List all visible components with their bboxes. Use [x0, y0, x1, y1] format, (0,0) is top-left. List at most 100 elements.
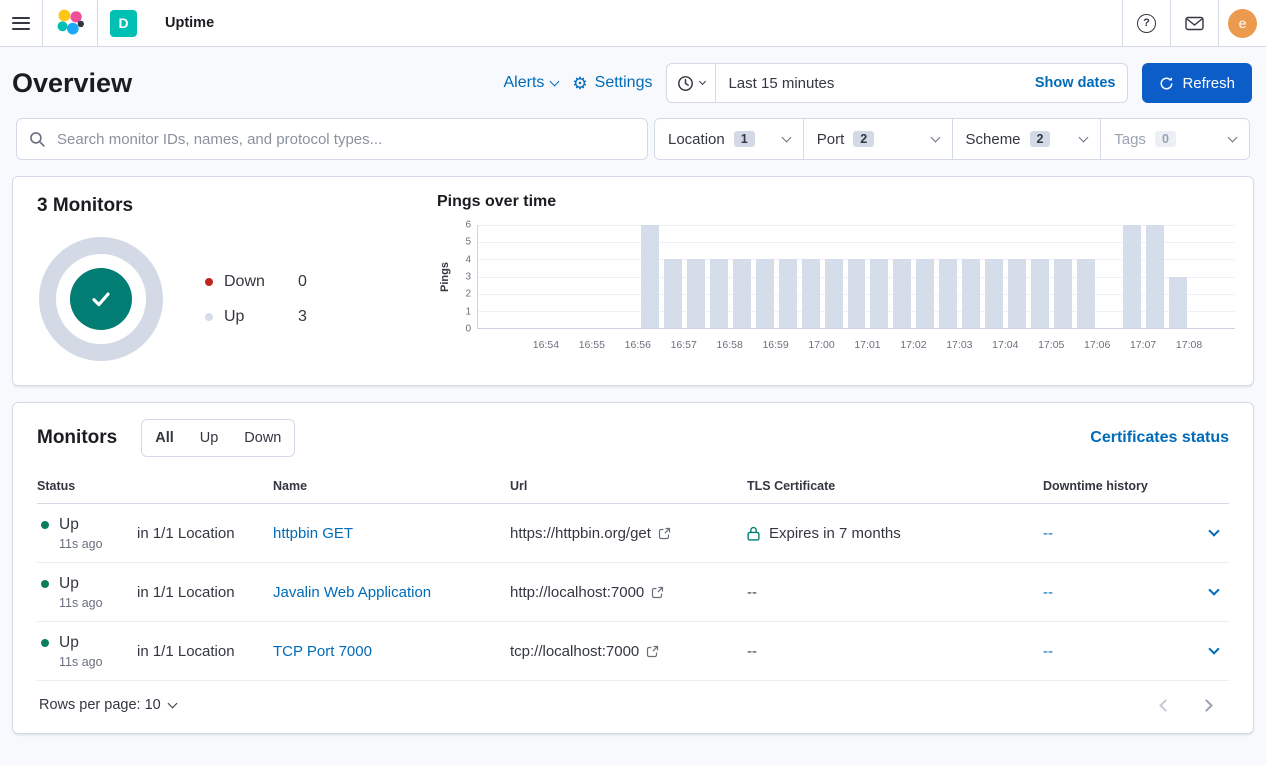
monitor-url-cell: https://httpbin.org/get	[510, 525, 747, 542]
filter-group: Location1Port2Scheme2Tags0	[654, 118, 1250, 160]
monitors-header: Monitors AllUpDown Certificates status	[37, 419, 1229, 457]
bar	[870, 259, 888, 328]
bar	[802, 259, 820, 328]
bar	[664, 259, 682, 328]
bar	[916, 259, 934, 328]
tls-text: Expires in 7 months	[769, 525, 901, 542]
page-title: Overview	[12, 68, 132, 99]
filter-label: Scheme	[966, 131, 1021, 148]
bar-slot	[891, 225, 914, 328]
top-navigation-bar: D Uptime ? e	[0, 0, 1266, 47]
settings-link[interactable]: ⚙ Settings	[572, 74, 652, 92]
y-tick-label: 2	[465, 289, 471, 300]
clock-icon	[677, 75, 694, 92]
table-row: Up11s agoin 1/1 Locationhttpbin GEThttps…	[37, 504, 1229, 563]
refresh-button[interactable]: Refresh	[1142, 63, 1252, 103]
newsfeed-button[interactable]	[1170, 0, 1218, 46]
certificates-status-link[interactable]: Certificates status	[1090, 429, 1229, 447]
bar	[939, 259, 957, 328]
monitor-name-link[interactable]: Javalin Web Application	[273, 584, 431, 601]
legend-value: 0	[298, 273, 307, 291]
gear-icon: ⚙	[572, 75, 587, 92]
bar	[1169, 277, 1187, 329]
y-tick-label: 4	[465, 254, 471, 265]
y-axis-title: Pings	[437, 225, 453, 329]
menu-button[interactable]	[0, 0, 43, 46]
bar-slot	[983, 225, 1006, 328]
quick-select-button[interactable]	[667, 64, 716, 102]
filter-dropdown-scheme[interactable]: Scheme 2	[953, 119, 1102, 159]
status-ago: 11s ago	[59, 537, 137, 551]
lock-icon	[747, 526, 760, 541]
expand-row-button[interactable]	[1199, 590, 1229, 594]
alerts-dropdown[interactable]: Alerts	[504, 74, 559, 92]
x-tick-label: 17:03	[946, 339, 972, 351]
bar	[1054, 259, 1072, 328]
bar-slot	[593, 225, 616, 328]
user-menu-button[interactable]: e	[1218, 0, 1266, 46]
alerts-label: Alerts	[504, 74, 545, 92]
check-icon	[87, 285, 115, 313]
filter-dropdown-port[interactable]: Port2	[804, 119, 953, 159]
monitor-location-cell: in 1/1 Location	[137, 643, 273, 660]
bar-slot	[960, 225, 983, 328]
x-axis-labels: 16:5416:5516:5616:5716:5816:5917:0017:01…	[477, 329, 1235, 363]
search-input[interactable]	[55, 130, 635, 149]
elastic-home-button[interactable]	[43, 0, 98, 46]
expand-row-button[interactable]	[1199, 649, 1229, 653]
tab-all[interactable]: All	[142, 420, 187, 456]
bar-slot	[1074, 225, 1097, 328]
bar-slot	[1212, 225, 1235, 328]
deployment-badge-label: D	[110, 10, 137, 37]
monitor-name-link[interactable]: TCP Port 7000	[273, 643, 372, 660]
legend-value: 3	[298, 308, 307, 326]
envelope-icon	[1185, 16, 1204, 31]
filter-label: Tags	[1114, 131, 1146, 148]
chevron-down-icon	[1208, 643, 1219, 654]
monitor-location-cell: in 1/1 Location	[137, 525, 273, 542]
bar-slot	[478, 225, 501, 328]
bar	[1146, 225, 1164, 328]
tab-down[interactable]: Down	[231, 420, 294, 456]
status-up-dot-icon	[41, 639, 49, 647]
chevron-down-icon	[167, 698, 177, 708]
external-link-icon[interactable]	[646, 645, 659, 658]
breadcrumb[interactable]: Uptime	[149, 0, 226, 46]
bar-slot	[1189, 225, 1212, 328]
column-header-name: Name	[273, 479, 510, 493]
tab-up[interactable]: Up	[187, 420, 232, 456]
search-box	[16, 118, 648, 160]
x-tick-label: 16:56	[625, 339, 651, 351]
bar-slot	[501, 225, 524, 328]
deployment-badge[interactable]: D	[98, 0, 149, 46]
bar-slot	[1166, 225, 1189, 328]
chevron-down-icon	[930, 132, 940, 142]
expand-row-button[interactable]	[1199, 531, 1229, 535]
external-link-icon[interactable]	[658, 527, 671, 540]
external-link-icon[interactable]	[651, 586, 664, 599]
help-button[interactable]: ?	[1122, 0, 1170, 46]
show-dates-button[interactable]: Show dates	[1023, 75, 1128, 91]
monitor-url-cell: tcp://localhost:7000	[510, 643, 747, 660]
tls-certificate-cell: --	[747, 643, 1043, 660]
filter-count-badge: 2	[1030, 131, 1051, 147]
status-panel: 3 Monitors Down0Up3 Pings over time Ping…	[12, 176, 1254, 386]
bar-slot	[776, 225, 799, 328]
monitor-name-cell: TCP Port 7000	[273, 643, 510, 660]
settings-label: Settings	[595, 74, 653, 92]
monitor-url: http://localhost:7000	[510, 584, 644, 601]
rows-per-page-button[interactable]: Rows per page: 10	[39, 697, 176, 713]
bar	[710, 259, 728, 328]
bar	[733, 259, 751, 328]
chart-title: Pings over time	[437, 193, 1235, 211]
column-header-downtime-history: Downtime history	[1043, 479, 1199, 493]
x-tick-label: 17:08	[1176, 339, 1202, 351]
x-tick-label: 16:54	[533, 339, 559, 351]
chevron-down-icon	[1079, 132, 1089, 142]
filter-dropdown-location[interactable]: Location1	[655, 119, 804, 159]
time-range-display[interactable]: Last 15 minutes	[716, 75, 1022, 92]
bar-slot	[707, 225, 730, 328]
monitor-name-cell: httpbin GET	[273, 525, 510, 542]
monitor-name-link[interactable]: httpbin GET	[273, 525, 353, 542]
monitor-url-cell: http://localhost:7000	[510, 584, 747, 601]
